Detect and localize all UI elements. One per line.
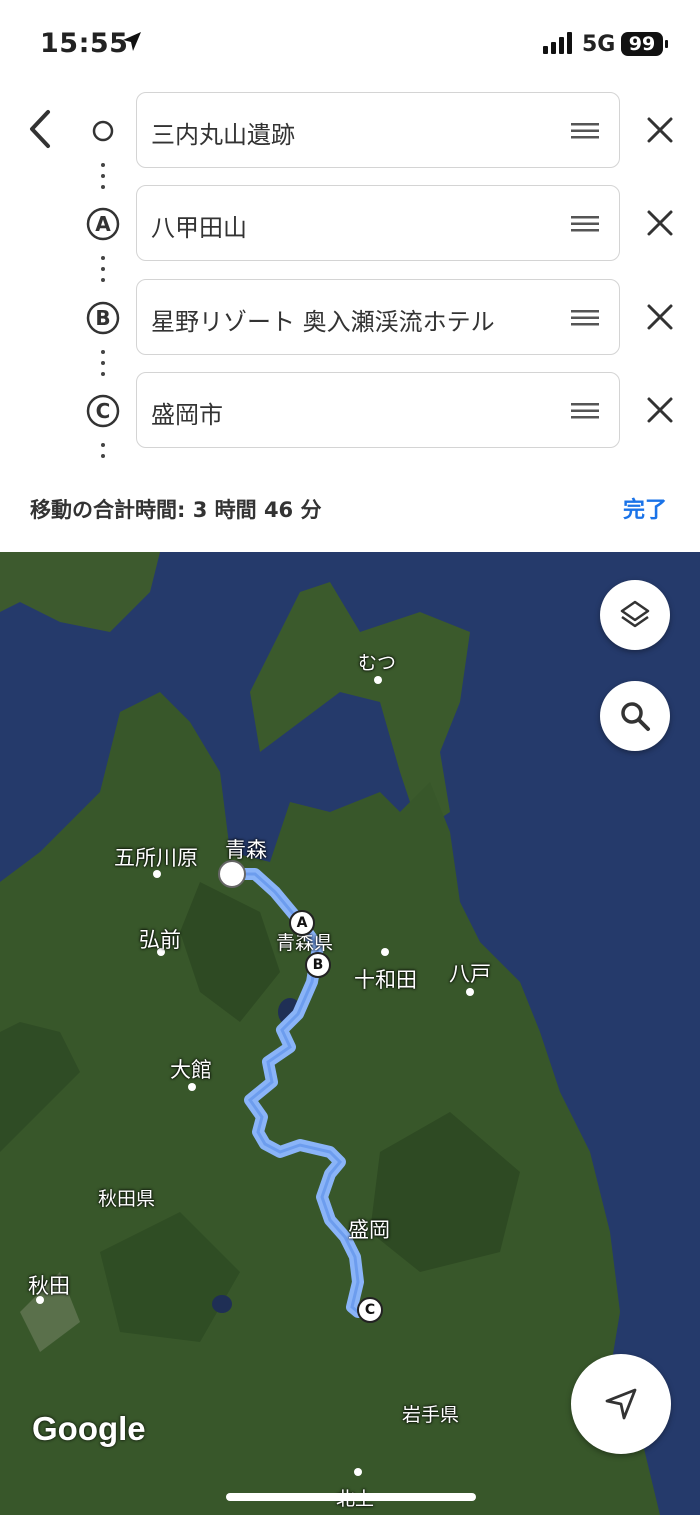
route-stop-a: A 八甲田山 [0, 185, 700, 265]
map-label-towada: 十和田 [354, 968, 417, 992]
remove-stop-icon[interactable] [644, 301, 676, 333]
svg-text:A: A [95, 212, 111, 236]
origin-map-marker [218, 860, 246, 888]
drag-handle-icon[interactable] [571, 308, 599, 328]
drag-handle-icon[interactable] [571, 121, 599, 141]
origin-circle-icon [92, 120, 114, 142]
map-label-iwate-pref: 岩手県 [402, 1404, 460, 1426]
status-time: 15:55 [40, 28, 129, 59]
route-stop-c: C 盛岡市 [0, 372, 700, 452]
svg-text:B: B [95, 306, 110, 330]
map-label-morioka: 盛岡 [348, 1218, 390, 1242]
layers-icon [620, 600, 650, 628]
map-layers-button[interactable] [600, 580, 670, 650]
svg-text:C: C [96, 399, 111, 423]
route-connector-dots [101, 443, 105, 465]
cellular-signal-icon [543, 32, 572, 54]
map-label-hachinohe: 八戸 [449, 962, 491, 986]
map-label-goshogawara: 五所川原 [114, 846, 198, 870]
remove-stop-icon[interactable] [644, 207, 676, 239]
stop-a-input-text: 八甲田山 [151, 214, 247, 242]
remove-stop-icon[interactable] [644, 394, 676, 426]
stop-b-input[interactable]: 星野リゾート 奥入瀬渓流ホテル [136, 279, 620, 355]
done-button[interactable]: 完了 [623, 492, 667, 524]
navigation-arrow-icon [605, 1388, 637, 1420]
stop-b-input-text: 星野リゾート 奥入瀬渓流ホテル [151, 308, 495, 336]
map-label-aomori: 青森 [225, 838, 267, 862]
google-logo: Google [32, 1410, 146, 1447]
map-label-hirosaki: 弘前 [139, 928, 181, 952]
stop-c-input[interactable]: 盛岡市 [136, 372, 620, 448]
total-travel-time: 移動の合計時間: 3 時間 46 分 [30, 498, 322, 522]
location-arrow-icon [123, 32, 141, 51]
origin-input[interactable]: 三内丸山遺跡 [136, 92, 620, 168]
status-bar: 15:55 5G 99 [0, 0, 700, 88]
recenter-location-button[interactable] [571, 1354, 671, 1454]
origin-input-text: 三内丸山遺跡 [151, 121, 295, 149]
stop-c-marker-icon: C [86, 394, 120, 428]
route-stop-origin: 三内丸山遺跡 [0, 92, 700, 172]
drag-handle-icon[interactable] [571, 401, 599, 421]
search-icon [621, 702, 650, 731]
map-label-mutsu: むつ [358, 652, 397, 674]
battery-level: 99 [621, 32, 663, 56]
stop-c-input-text: 盛岡市 [151, 401, 223, 429]
network-type: 5G [582, 32, 616, 57]
stop-a-input[interactable]: 八甲田山 [136, 185, 620, 261]
map-label-akita-pref: 秋田県 [98, 1188, 156, 1210]
drag-handle-icon[interactable] [571, 214, 599, 234]
map-search-button[interactable] [600, 681, 670, 751]
battery-tip [665, 40, 668, 48]
map-label-akita: 秋田 [28, 1274, 70, 1298]
map-label-odate: 大館 [170, 1058, 212, 1082]
home-indicator[interactable] [226, 1493, 476, 1501]
map-pin-a[interactable]: A [289, 910, 315, 936]
map-pin-b[interactable]: B [305, 952, 331, 978]
remove-stop-icon[interactable] [644, 114, 676, 146]
map-pin-c[interactable]: C [357, 1297, 383, 1323]
stop-a-marker-icon: A [86, 207, 120, 241]
route-stop-b: B 星野リゾート 奥入瀬渓流ホテル [0, 279, 700, 359]
stop-b-marker-icon: B [86, 301, 120, 335]
